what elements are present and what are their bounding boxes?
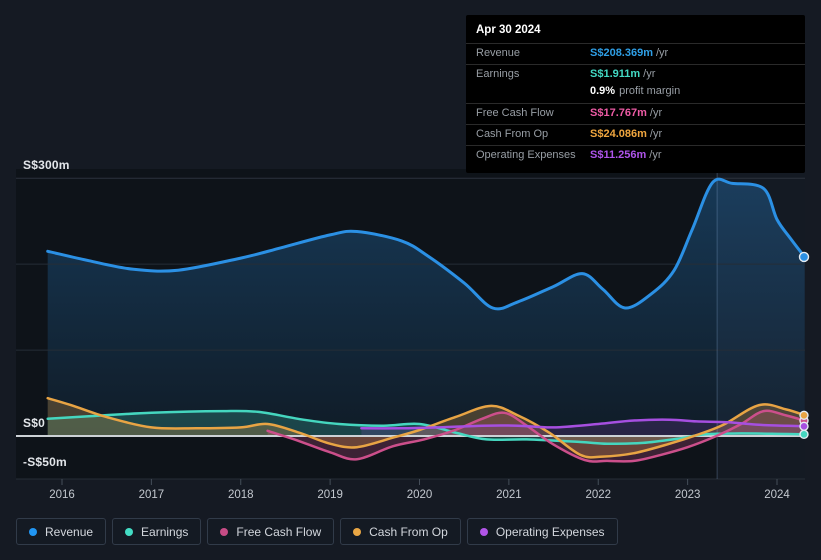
legend-item-cash-from-op[interactable]: Cash From Op: [340, 518, 461, 545]
earnings-dot-icon: [125, 527, 134, 536]
tooltip-row-free-cash-flow: Free Cash Flow S$17.767m /yr: [466, 103, 805, 124]
tooltip-row-earnings: Earnings S$1.911m /yr 0.9% profit margin: [466, 63, 805, 104]
profit-margin-label: profit margin: [619, 84, 681, 97]
tooltip-label: Free Cash Flow: [476, 107, 554, 120]
legend-item-revenue[interactable]: Revenue: [16, 518, 107, 545]
revenue-end-marker: [798, 251, 810, 263]
x-axis-label-2017: 2017: [138, 489, 165, 501]
x-axis-label-2019: 2019: [317, 489, 343, 501]
tooltip-unit: /yr: [649, 107, 663, 120]
x-axis-label-2022: 2022: [585, 489, 612, 501]
revenue-dot-icon: [29, 527, 37, 536]
legend-item-operating-expenses[interactable]: Operating Expenses: [466, 518, 618, 545]
tooltip-value: S$208.369m: [590, 47, 653, 59]
tooltip-label: Cash From Op: [476, 128, 549, 140]
profit-margin-value: 0.9%: [590, 84, 616, 97]
x-axis-label-2018: 2018: [227, 489, 254, 501]
operating-expenses-dot-icon: [479, 527, 488, 536]
operating-expenses-end-marker: [799, 421, 809, 432]
y-axis-label-neg50m: -S$50m: [23, 455, 67, 469]
x-axis-label-2024: 2024: [764, 489, 790, 501]
x-axis-label-2021: 2021: [496, 489, 522, 501]
tooltip-label: Earnings: [476, 67, 520, 80]
legend-item-earnings[interactable]: Earnings: [112, 518, 202, 545]
legend-label: Operating Expenses: [495, 524, 605, 539]
tooltip-label: Revenue: [476, 47, 521, 59]
y-axis-label-0: S$0: [23, 416, 45, 430]
tooltip-value: S$1.911m: [590, 67, 641, 80]
cash-from-op-end-marker: [799, 410, 809, 421]
tooltip-unit: /yr: [656, 47, 669, 59]
free-cash-flow-dot-icon: [220, 527, 229, 536]
cash-from-op-dot-icon: [353, 527, 362, 536]
x-axis-label-2023: 2023: [674, 489, 701, 501]
tooltip-row-cash-from-op: Cash From Op S$24.086m /yr: [466, 124, 805, 145]
financials-chart-screen: S$300m S$0 -S$50m 2016 2017 2018 2019 2020 20…: [0, 0, 821, 560]
legend-item-free-cash-flow[interactable]: Free Cash Flow: [207, 518, 335, 545]
chart-tooltip: Apr 30 2024 Revenue S$208.369m /yr Earni…: [466, 15, 805, 173]
tooltip-row-revenue: Revenue S$208.369m /yr: [466, 43, 805, 64]
tooltip-value: S$17.767m: [590, 107, 647, 120]
tooltip-label: Operating Expenses: [476, 148, 576, 161]
x-axis-label-2020: 2020: [406, 489, 433, 501]
tooltip-date: Apr 30 2024: [476, 24, 541, 36]
tooltip-row-operating-expenses: Operating Expenses S$11.256m /yr: [466, 144, 805, 166]
legend-label: Free Cash Flow: [236, 524, 322, 539]
tooltip-unit: /yr: [643, 67, 656, 80]
x-axis-label-2016: 2016: [49, 489, 75, 501]
earnings-end-marker: [799, 429, 809, 440]
tooltip-value: S$11.256m: [590, 148, 647, 161]
tooltip-value: S$24.086m: [590, 128, 647, 140]
legend-label: Earnings: [141, 524, 189, 539]
tooltip-unit: /yr: [649, 148, 662, 161]
y-axis-label-300m: S$300m: [23, 158, 70, 172]
legend-label: Cash From Op: [369, 524, 448, 539]
legend-label: Revenue: [45, 524, 94, 539]
tooltip-profit-margin: 0.9% profit margin: [466, 85, 805, 104]
chart-legend: Revenue Earnings Free Cash Flow Cash Fro…: [16, 518, 618, 545]
tooltip-unit: /yr: [649, 128, 663, 140]
